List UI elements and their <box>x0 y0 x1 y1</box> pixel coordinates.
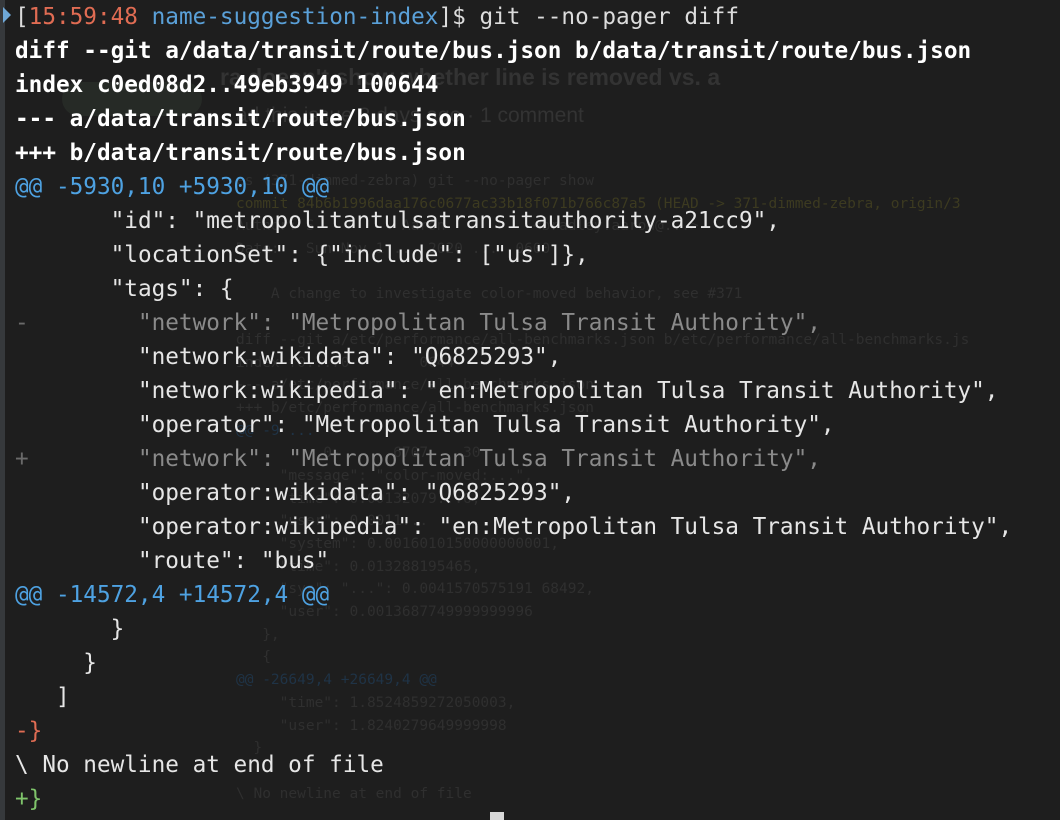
prompt-command: git --no-pager diff <box>479 4 739 30</box>
ghost-code-line: "user": 0.0013687749999999996 <box>236 604 533 621</box>
ghost-code-line: "sys": "...": 0.0041570575191 68492, <box>236 581 594 598</box>
diff-line-context: "route": "bus" <box>15 544 329 578</box>
line-prefix <box>15 514 29 540</box>
removed-sign: - <box>15 310 29 336</box>
diff-index-header: index c0ed08d2..49eb3949 100644 <box>15 72 439 98</box>
line-prefix <box>15 548 29 574</box>
line-prefix <box>15 208 29 234</box>
line-prefix <box>15 242 29 268</box>
ghost-code-line: A change to investigate color-moved beha… <box>236 286 743 303</box>
prompt-time: 15:59:48 <box>28 4 138 30</box>
terminal-window[interactable]: ra doesn't show whether line is removed … <box>0 0 1060 820</box>
diff-line-added: +} <box>15 786 43 812</box>
diff-line-context: "operator:wikipedia": "en:Metropolitan T… <box>15 510 1012 544</box>
ghost-code-line: @@ -26649,4 +26649,4 @@ <box>236 672 437 689</box>
no-newline-notice: \ No newline at end of file <box>15 752 384 778</box>
diff-git-header: diff --git a/data/transit/route/bus.json… <box>15 38 972 64</box>
ghost-code-line: \ No newline at end of file <box>236 785 472 802</box>
line-prefix <box>15 378 29 404</box>
prompt-open-bracket: [ <box>15 4 29 30</box>
hunk-header: @@ -14572,4 +14572,4 @@ <box>15 582 330 608</box>
diff-line-context: "operator": "Metropolitan Tulsa Transit … <box>15 408 835 442</box>
terminal-cursor <box>490 812 504 820</box>
line-prefix <box>15 276 29 302</box>
diff-line-context: "locationSet": {"include": ["us"]}, <box>15 238 589 272</box>
line-text: "network": "Metropolitan Tulsa Transit A… <box>28 310 821 336</box>
gutter-bar <box>0 0 5 820</box>
line-text: "network": "Metropolitan Tulsa Transit A… <box>28 446 821 472</box>
added-sign: + <box>15 446 29 472</box>
hunk-header: @@ -5930,10 +5930,10 @@ <box>15 174 330 200</box>
line-prefix <box>15 344 29 370</box>
line-text: "operator:wikidata": "Q6825293", <box>28 480 576 506</box>
ghost-code-line: }, <box>236 626 280 643</box>
diff-line-context: } <box>15 650 97 676</box>
line-text: "network:wikidata": "Q6825293", <box>28 344 562 370</box>
ghost-code-line: es (371-dimmed-zebra) git --no-pager sho… <box>236 173 594 189</box>
prompt-repo: name-suggestion-index <box>151 4 439 30</box>
ghost-code-line: { <box>236 649 271 666</box>
line-text: "operator:wikipedia": "en:Metropolitan T… <box>28 514 1013 540</box>
prompt-line: [15:59:48 name-suggestion-index]$ git --… <box>15 0 739 34</box>
line-text: "tags": { <box>28 276 234 302</box>
ghost-code-line: "time": 1.8524859272050003, <box>236 694 516 711</box>
diff-line-removed: - "network": "Metropolitan Tulsa Transit… <box>15 306 821 340</box>
line-text: "operator": "Metropolitan Tulsa Transit … <box>28 412 835 438</box>
diff-old-file-header: --- a/data/transit/route/bus.json <box>15 106 466 132</box>
line-prefix <box>15 412 29 438</box>
diff-line-context: "network:wikidata": "Q6825293", <box>15 340 561 374</box>
diff-line-context: "network:wikipedia": "en:Metropolitan Tu… <box>15 374 999 408</box>
line-text: "id": "metropolitantulsatransitauthority… <box>28 208 780 234</box>
diff-line-context: "id": "metropolitantulsatransitauthority… <box>15 204 780 238</box>
prompt-suffix: ]$ <box>438 4 480 30</box>
line-text: "locationSet": {"include": ["us"]}, <box>28 242 589 268</box>
line-text: "route": "bus" <box>28 548 330 574</box>
diff-line-removed: -} <box>15 718 43 744</box>
diff-line-context: } <box>15 616 125 642</box>
ghost-code-line: "user": 1.8240279649999998 <box>236 717 507 734</box>
diff-new-file-header: +++ b/data/transit/route/bus.json <box>15 140 466 166</box>
diff-line-added: + "network": "Metropolitan Tulsa Transit… <box>15 442 821 476</box>
diff-line-context: ] <box>15 684 70 710</box>
line-prefix <box>15 480 29 506</box>
diff-line-context: "operator:wikidata": "Q6825293", <box>15 476 575 510</box>
prompt-marker-icon <box>3 7 11 23</box>
ghost-code-line: "time": 0.013288195465, <box>236 558 481 575</box>
diff-line-context: "tags": { <box>15 272 234 306</box>
line-text: "network:wikipedia": "en:Metropolitan Tu… <box>28 378 999 404</box>
